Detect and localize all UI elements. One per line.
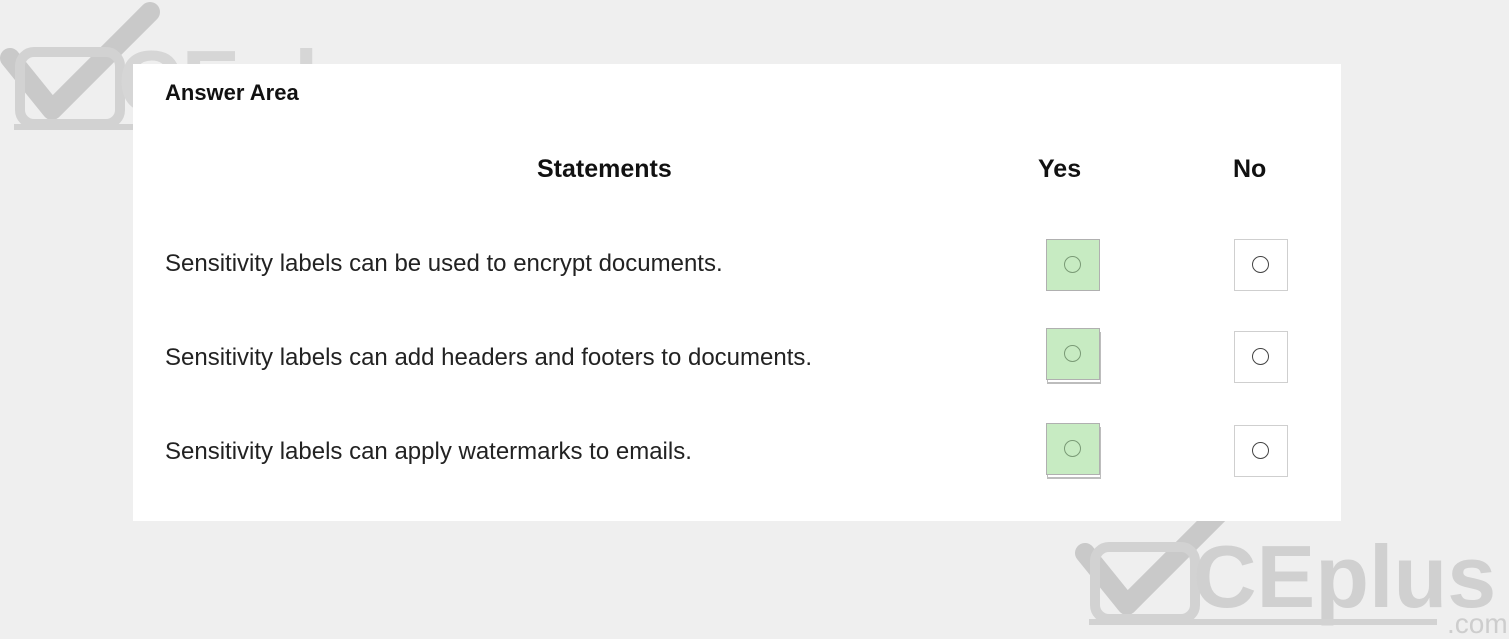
statement-text: Sensitivity labels can add headers and f… <box>165 344 813 371</box>
radio-icon <box>1064 440 1081 457</box>
svg-text:.com: .com <box>1447 608 1508 639</box>
svg-text:CEplus: CEplus <box>1193 527 1496 626</box>
no-option-row-2[interactable] <box>1234 331 1288 383</box>
radio-icon <box>1252 442 1269 459</box>
statement-text: Sensitivity labels can apply watermarks … <box>165 438 692 465</box>
yes-column-header: Yes <box>1038 155 1082 183</box>
answer-area-title: Answer Area <box>165 80 299 105</box>
answer-area-panel: Answer Area Statements Yes No Sensitivit… <box>133 64 1341 521</box>
statement-row-1: Sensitivity labels can be used to encryp… <box>133 239 1341 310</box>
radio-icon <box>1064 345 1081 362</box>
radio-icon <box>1252 256 1269 273</box>
statement-text: Sensitivity labels can be used to encryp… <box>165 250 723 277</box>
no-option-row-3[interactable] <box>1234 425 1288 477</box>
statement-row-2: Sensitivity labels can add headers and f… <box>133 328 1341 404</box>
statement-row-3: Sensitivity labels can apply watermarks … <box>133 423 1341 498</box>
no-option-row-1[interactable] <box>1234 239 1288 291</box>
radio-icon <box>1252 348 1269 365</box>
statements-column-header: Statements <box>537 155 672 183</box>
radio-icon <box>1064 256 1081 273</box>
yes-option-row-2[interactable] <box>1046 328 1100 380</box>
no-column-header: No <box>1233 155 1267 183</box>
yes-option-row-1[interactable] <box>1046 239 1100 291</box>
yes-option-row-3[interactable] <box>1046 423 1100 475</box>
